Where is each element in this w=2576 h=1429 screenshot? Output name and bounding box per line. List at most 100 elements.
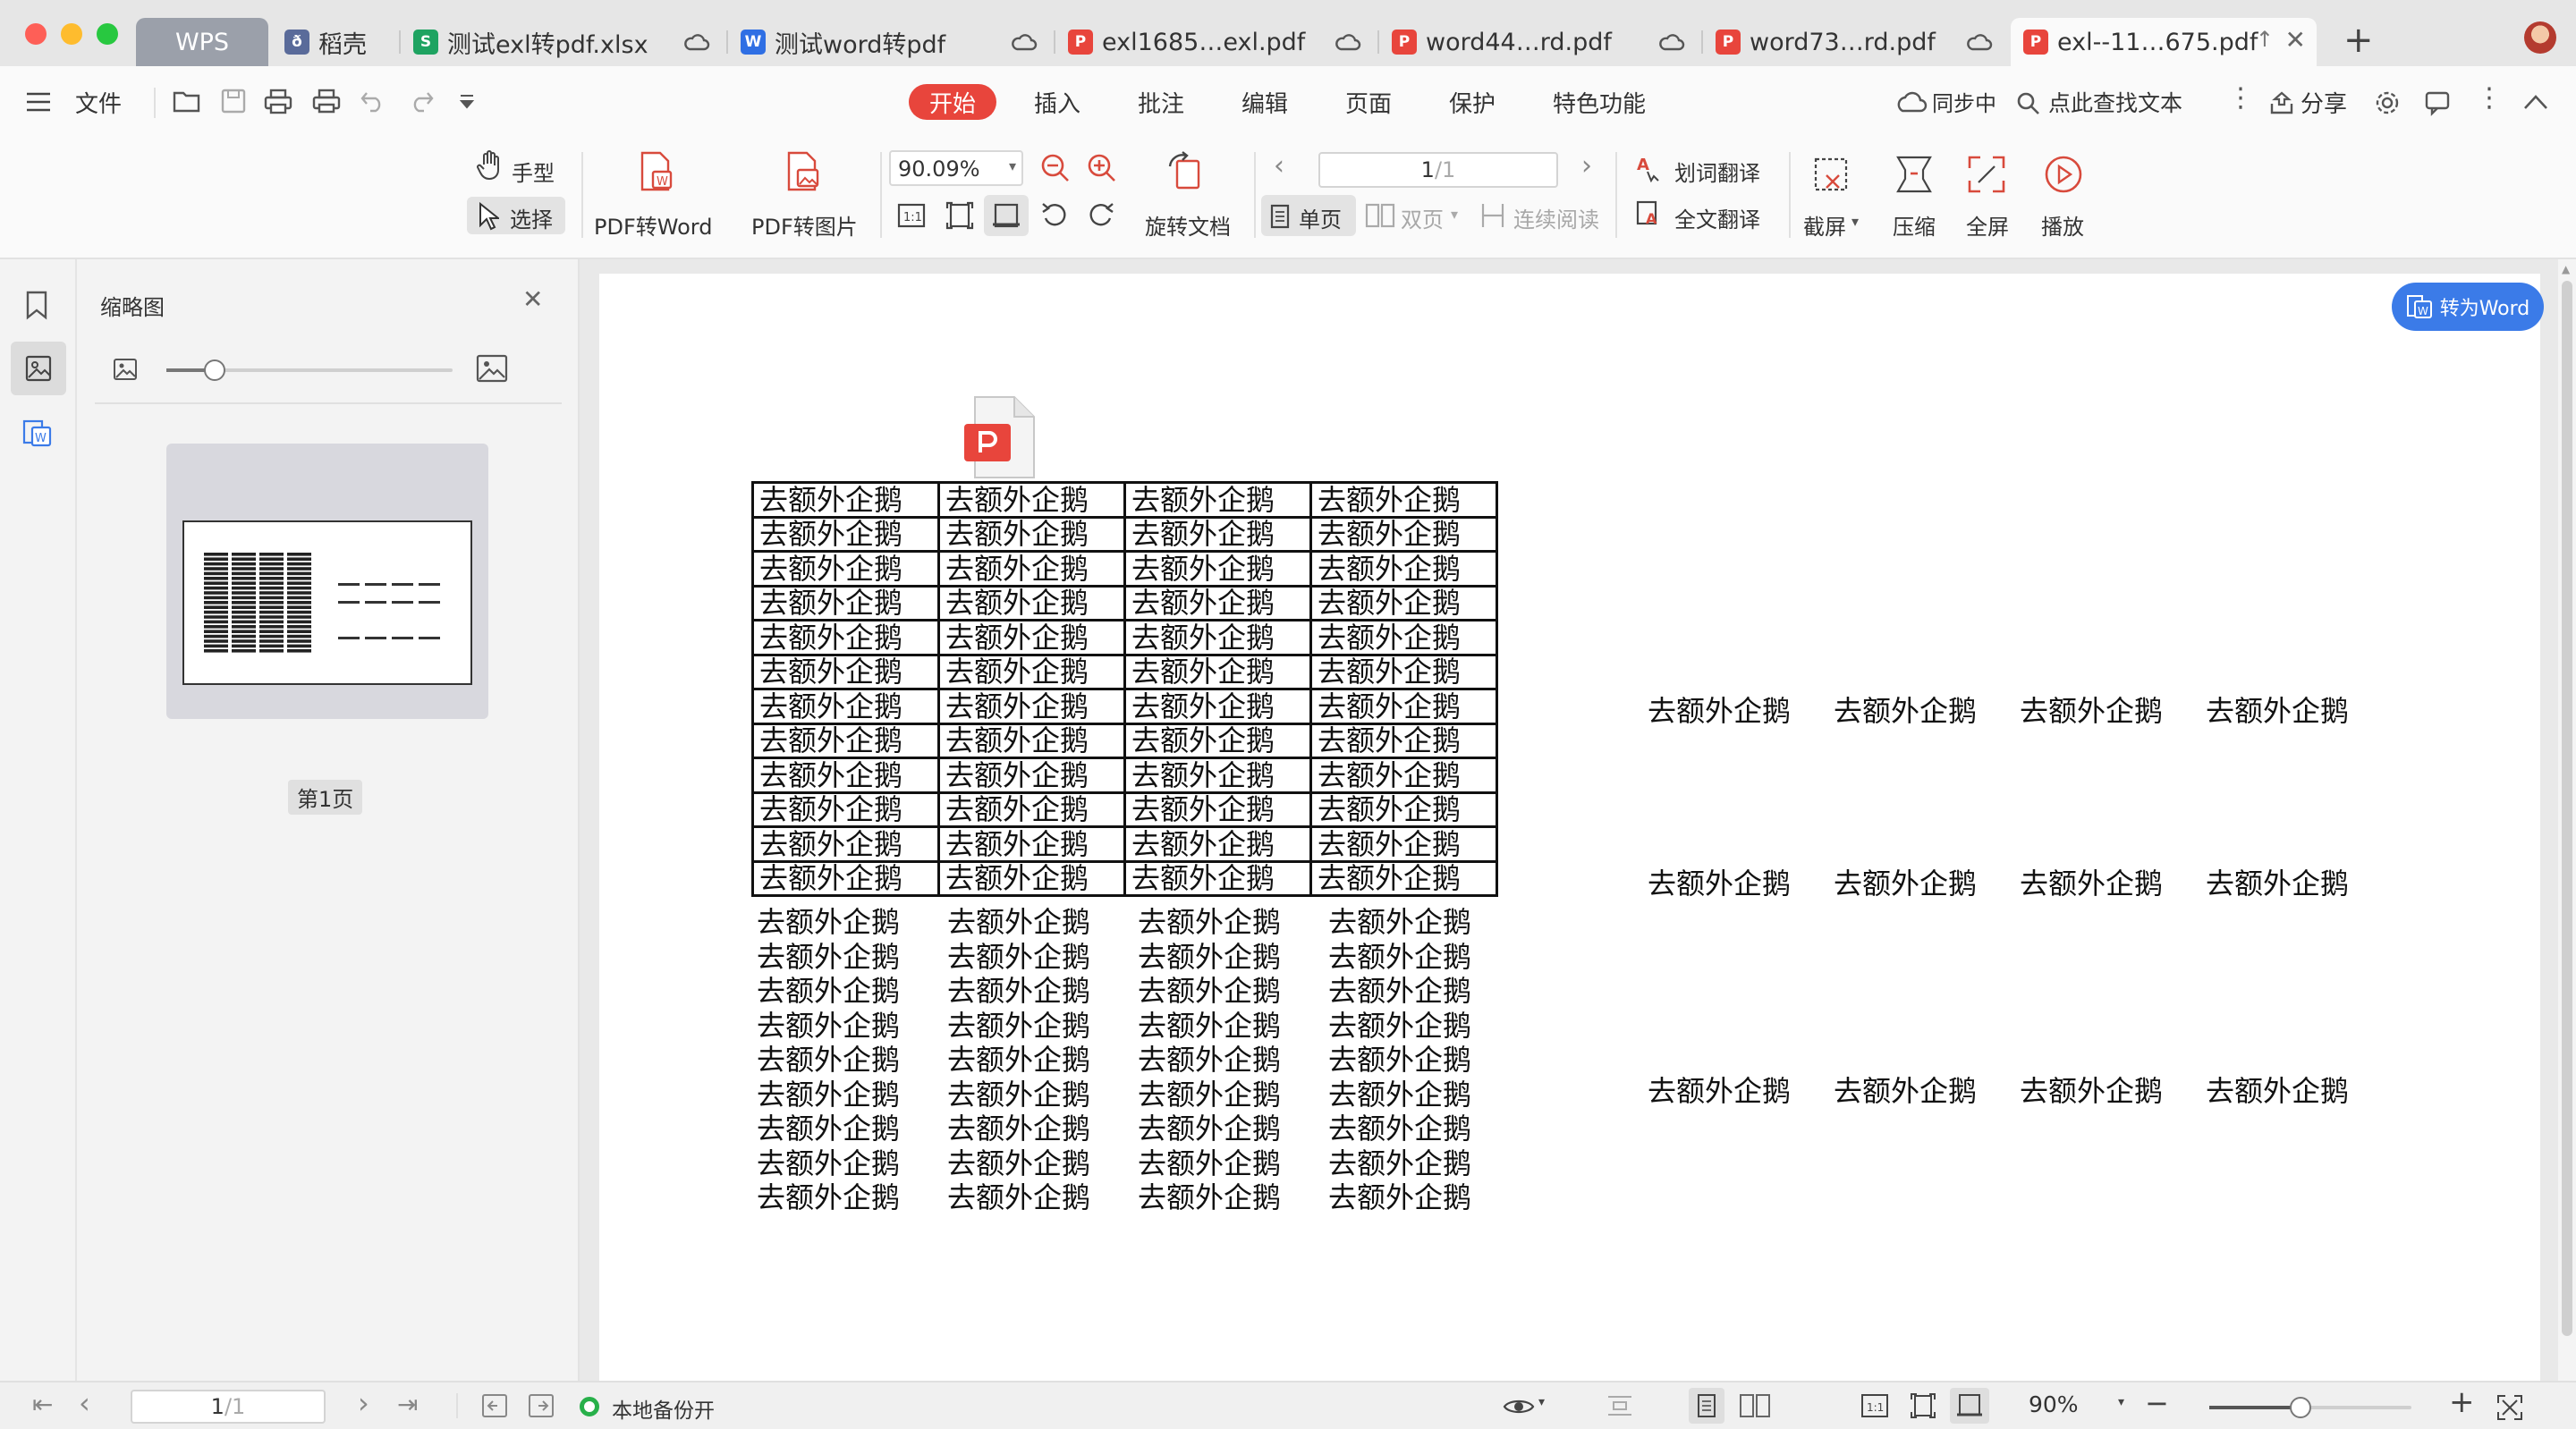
- fit-page-icon[interactable]: [1909, 1391, 1937, 1420]
- customize-dropdown-icon[interactable]: [458, 93, 476, 111]
- minimize-window-button[interactable]: [61, 23, 82, 45]
- actual-size-icon[interactable]: 1:1: [1860, 1393, 1889, 1418]
- find-text-button[interactable]: 点此查找文本: [2048, 86, 2182, 118]
- tab-pdf-2[interactable]: P word44…rd.pdf: [1379, 18, 1701, 66]
- large-image-icon[interactable]: [476, 354, 508, 383]
- tab-start[interactable]: 开始: [909, 84, 996, 120]
- previous-page-icon[interactable]: ‹: [79, 1386, 90, 1420]
- tab-protect[interactable]: 保护: [1449, 86, 1496, 119]
- status-zoom-value[interactable]: 90%: [2029, 1391, 2079, 1417]
- rotate-document-button[interactable]: 旋转文档: [1134, 148, 1241, 247]
- chevron-down-icon[interactable]: ▾: [2118, 1395, 2124, 1409]
- single-page-mode-button[interactable]: [1689, 1388, 1724, 1424]
- redo-icon[interactable]: [408, 89, 435, 113]
- search-icon[interactable]: [2016, 91, 2041, 116]
- close-panel-icon[interactable]: ✕: [522, 284, 543, 314]
- screenshot-button[interactable]: 截屏 ▾: [1798, 148, 1869, 247]
- back-icon[interactable]: [481, 1393, 508, 1418]
- file-menu[interactable]: 文件: [75, 86, 122, 119]
- cloud-sync-icon[interactable]: [1894, 89, 1928, 116]
- word-convert-icon[interactable]: W: [21, 419, 54, 449]
- close-window-button[interactable]: [25, 23, 47, 45]
- hand-tool-button[interactable]: 手型: [512, 156, 555, 187]
- fit-width-mode-button[interactable]: [1950, 1388, 1989, 1424]
- single-page-button[interactable]: 单页: [1261, 195, 1356, 236]
- pdf-to-word-button[interactable]: W PDF转Word: [592, 148, 717, 247]
- full-translate-button[interactable]: 全文翻译: [1674, 202, 1760, 233]
- full-translate-icon[interactable]: A: [1635, 199, 1664, 229]
- expand-icon[interactable]: [2496, 1393, 2524, 1422]
- forward-icon[interactable]: [528, 1393, 555, 1418]
- avatar[interactable]: [2524, 21, 2556, 54]
- select-tool-button[interactable]: 选择: [467, 197, 565, 234]
- bookmark-icon[interactable]: [25, 290, 48, 320]
- new-tab-button[interactable]: +: [2343, 20, 2374, 61]
- fit-page-icon[interactable]: [945, 200, 975, 231]
- open-folder-icon[interactable]: [172, 88, 202, 114]
- compress-button[interactable]: 压缩: [1887, 148, 1945, 247]
- previous-page-icon[interactable]: ‹: [1274, 150, 1284, 182]
- gear-icon[interactable]: [2374, 89, 2401, 116]
- last-page-icon[interactable]: ⇥: [397, 1390, 418, 1419]
- close-tab-icon[interactable]: ✕: [2285, 25, 2306, 55]
- convert-to-word-button[interactable]: W 转为Word: [2392, 283, 2544, 331]
- thumbnails-rail-button[interactable]: [11, 342, 66, 395]
- zoom-input[interactable]: 90.09% ▾: [889, 150, 1023, 186]
- thumbnail-size-slider[interactable]: [166, 359, 453, 381]
- share-icon[interactable]: [2268, 89, 2295, 116]
- fullscreen-button[interactable]: 全屏: [1961, 148, 2018, 247]
- collapse-ribbon-icon[interactable]: [2522, 93, 2549, 111]
- page-thumbnail[interactable]: [166, 444, 488, 719]
- zoom-out-button[interactable]: −: [2145, 1386, 2169, 1420]
- vertical-scrollbar[interactable]: ▲: [2558, 259, 2576, 1381]
- chevron-down-icon[interactable]: ▾: [1852, 213, 1859, 230]
- double-page-button[interactable]: 双页: [1401, 202, 1444, 233]
- rotate-right-icon[interactable]: [1086, 200, 1116, 231]
- slider-handle[interactable]: [204, 359, 225, 381]
- tab-annotate[interactable]: 批注: [1138, 86, 1184, 119]
- fit-width-button[interactable]: [984, 195, 1029, 236]
- pdf-to-image-button[interactable]: PDF转图片: [742, 148, 868, 247]
- continuous-reading-button[interactable]: 连续阅读: [1513, 202, 1599, 233]
- word-translate-icon[interactable]: A: [1635, 152, 1664, 182]
- backup-status[interactable]: 本地备份开: [612, 1393, 715, 1424]
- share-button[interactable]: 分享: [2301, 86, 2347, 119]
- chevron-down-icon[interactable]: ▾: [1009, 157, 1016, 174]
- double-page-icon[interactable]: [1365, 202, 1395, 229]
- print-preview-icon[interactable]: [311, 88, 342, 114]
- tab-pdf-1[interactable]: P exl1685…exl.pdf: [1055, 18, 1377, 66]
- small-image-icon[interactable]: [113, 358, 138, 381]
- save-icon[interactable]: [220, 88, 247, 114]
- chevron-down-icon[interactable]: ▾: [1451, 206, 1458, 223]
- comment-icon[interactable]: [2424, 89, 2451, 116]
- chevron-down-icon[interactable]: ▾: [1538, 1395, 1545, 1409]
- continuous-reading-icon[interactable]: [1479, 202, 1506, 229]
- tab-insert[interactable]: 插入: [1034, 86, 1080, 119]
- play-button[interactable]: 播放: [2036, 148, 2093, 247]
- zoom-slider[interactable]: [2209, 1397, 2411, 1418]
- zoom-out-icon[interactable]: [1039, 152, 1072, 184]
- tab-daoke[interactable]: ð 稻壳: [272, 18, 397, 66]
- hamburger-menu-icon[interactable]: [25, 91, 52, 113]
- more-options-icon[interactable]: ⋮: [2476, 82, 2503, 114]
- tab-xlsx[interactable]: S 测试exl转pdf.xlsx: [401, 18, 726, 66]
- zoom-in-button[interactable]: +: [2449, 1384, 2475, 1420]
- undo-icon[interactable]: [360, 89, 386, 113]
- print-icon[interactable]: [263, 88, 293, 114]
- tab-edit[interactable]: 编辑: [1241, 86, 1288, 119]
- tab-features[interactable]: 特色功能: [1553, 86, 1646, 119]
- scroll-up-arrow[interactable]: ▲: [2562, 263, 2570, 275]
- zoom-slider-handle[interactable]: [2290, 1397, 2311, 1418]
- tab-pdf-3[interactable]: P word73…rd.pdf: [1703, 18, 2009, 66]
- more-vertical-icon[interactable]: ⋮: [2227, 82, 2254, 114]
- tab-pdf-active[interactable]: P exl--11…675.pdf ↑ ✕: [2011, 18, 2317, 66]
- scroll-thumb[interactable]: [2562, 281, 2572, 1336]
- next-page-icon[interactable]: ›: [1581, 150, 1592, 182]
- fit-height-icon[interactable]: [1606, 1393, 1633, 1418]
- tab-wps[interactable]: WPS: [136, 18, 268, 66]
- actual-size-icon[interactable]: 1:1: [896, 200, 927, 231]
- first-page-icon[interactable]: ⇤: [32, 1390, 53, 1419]
- status-page-input[interactable]: 1/1: [131, 1390, 326, 1424]
- next-page-icon[interactable]: ›: [358, 1386, 369, 1420]
- sync-status[interactable]: 同步中: [1932, 86, 1996, 117]
